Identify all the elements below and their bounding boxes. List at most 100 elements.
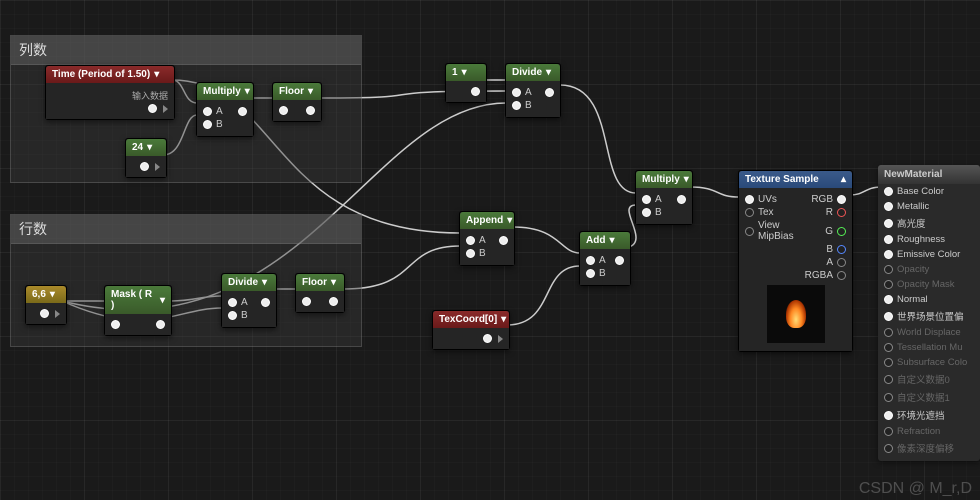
output-pin[interactable] (40, 309, 49, 318)
output-pin[interactable] (483, 334, 492, 343)
input-pin[interactable] (884, 219, 893, 228)
input-pin[interactable] (111, 320, 120, 329)
material-pin[interactable]: 自定义数据0 (878, 370, 980, 388)
material-pin-label: Subsurface Colo (897, 357, 967, 368)
input-pin[interactable] (884, 343, 893, 352)
input-pin-b[interactable] (228, 311, 237, 320)
input-pin-a[interactable] (642, 195, 651, 204)
material-pin[interactable]: Normal (878, 292, 980, 307)
input-pin[interactable] (884, 295, 893, 304)
output-pin[interactable] (329, 297, 338, 306)
output-pin[interactable] (677, 195, 686, 204)
output-pin[interactable] (148, 104, 157, 113)
input-pin[interactable] (884, 250, 893, 259)
input-pin[interactable] (302, 297, 311, 306)
node-const-24[interactable]: 24▾ (125, 138, 167, 178)
input-pin-uvs[interactable] (745, 195, 754, 204)
input-pin[interactable] (884, 280, 893, 289)
material-pin[interactable]: Base Color (878, 184, 980, 199)
input-pin[interactable] (884, 202, 893, 211)
input-pin-a[interactable] (466, 236, 475, 245)
node-divide-1[interactable]: Divide▾ A B (221, 273, 277, 328)
input-pin[interactable] (884, 328, 893, 337)
material-pin[interactable]: Subsurface Colo (878, 355, 980, 370)
material-pin[interactable]: Opacity Mask (878, 277, 980, 292)
node-material-result[interactable]: NewMaterial Base Color Metallic 高光度 Roughne… (878, 165, 980, 461)
node-multiply-2[interactable]: Multiply▾ A B (635, 170, 693, 225)
input-pin[interactable] (884, 265, 893, 274)
material-pin[interactable]: 自定义数据1 (878, 388, 980, 406)
input-pin[interactable] (279, 106, 288, 115)
input-pin[interactable] (884, 312, 893, 321)
output-pin[interactable] (156, 320, 165, 329)
chevron-down-icon: ▾ (331, 277, 336, 288)
node-floor-1[interactable]: Floor▾ (272, 82, 322, 122)
input-pin-b[interactable] (586, 269, 595, 278)
output-pin-a[interactable] (837, 258, 846, 267)
output-pin[interactable] (499, 236, 508, 245)
material-pin[interactable]: Emissive Color (878, 247, 980, 262)
node-const-1[interactable]: 1▾ (445, 63, 487, 103)
output-pin-r[interactable] (837, 208, 846, 217)
node-append[interactable]: Append▾ A B (459, 211, 515, 266)
material-pin[interactable]: 像素深度偏移 (878, 439, 980, 457)
node-texture-sample[interactable]: Texture Sample▴ UVsRGB TexR View MipBias… (738, 170, 853, 352)
material-pin-label: Roughness (897, 234, 945, 245)
input-pin-a[interactable] (512, 88, 521, 97)
input-pin[interactable] (884, 235, 893, 244)
input-pin[interactable] (884, 393, 893, 402)
output-pin[interactable] (545, 88, 554, 97)
output-pin-b[interactable] (837, 245, 846, 254)
material-pin[interactable]: World Displace (878, 325, 980, 340)
input-pin[interactable] (884, 411, 893, 420)
output-pin-rgb[interactable] (837, 195, 846, 204)
material-pin[interactable]: 环境光遮挡 (878, 406, 980, 424)
input-pin[interactable] (884, 444, 893, 453)
node-floor-2[interactable]: Floor▾ (295, 273, 345, 313)
input-pin-b[interactable] (512, 101, 521, 110)
material-pin-label: Emissive Color (897, 249, 960, 260)
node-multiply-1[interactable]: Multiply▾ A B (196, 82, 254, 137)
chevron-down-icon: ▾ (308, 86, 313, 97)
output-pin[interactable] (615, 256, 624, 265)
material-pin[interactable]: 高光度 (878, 214, 980, 232)
material-pin[interactable]: Refraction (878, 424, 980, 439)
input-pin-a[interactable] (203, 107, 212, 116)
output-pin[interactable] (471, 87, 480, 96)
output-pin[interactable] (261, 298, 270, 307)
material-title: NewMaterial (878, 165, 980, 184)
output-pin[interactable] (306, 106, 315, 115)
node-const-66[interactable]: 6,6▾ (25, 285, 67, 325)
input-pin[interactable] (884, 358, 893, 367)
output-pin-g[interactable] (837, 227, 846, 236)
node-divide-2[interactable]: Divide▾ A B (505, 63, 561, 118)
material-pin[interactable]: Tessellation Mu (878, 340, 980, 355)
chevron-down-icon: ▾ (609, 235, 614, 246)
output-pin-rgba[interactable] (837, 271, 846, 280)
node-append-title: Append (466, 215, 503, 226)
input-pin-a[interactable] (586, 256, 595, 265)
input-pin-a[interactable] (228, 298, 237, 307)
output-pin[interactable] (238, 107, 247, 116)
node-add[interactable]: Add▾ A B (579, 231, 631, 286)
input-pin[interactable] (884, 375, 893, 384)
input-pin-mip[interactable] (745, 227, 754, 236)
material-pin[interactable]: Opacity (878, 262, 980, 277)
node-texcoord[interactable]: TexCoord[0]▾ (432, 310, 510, 350)
material-pin[interactable]: Roughness (878, 232, 980, 247)
material-pin-label: Metallic (897, 201, 929, 212)
input-pin-b[interactable] (642, 208, 651, 217)
output-pin[interactable] (140, 162, 149, 171)
input-pin-b[interactable] (203, 120, 212, 129)
input-pin-tex[interactable] (745, 208, 754, 217)
node-divide2-title: Divide (512, 67, 542, 78)
input-pin-b[interactable] (466, 249, 475, 258)
node-mask-r[interactable]: Mask ( R )▾ (104, 285, 172, 336)
material-pin-label: 高光度 (897, 216, 926, 230)
material-pin[interactable]: Metallic (878, 199, 980, 214)
texture-preview (767, 285, 825, 343)
node-time[interactable]: Time (Period of 1.50)▾ 输入数据 (45, 65, 175, 120)
material-pin[interactable]: 世界场景位置偏 (878, 307, 980, 325)
input-pin[interactable] (884, 187, 893, 196)
input-pin[interactable] (884, 427, 893, 436)
